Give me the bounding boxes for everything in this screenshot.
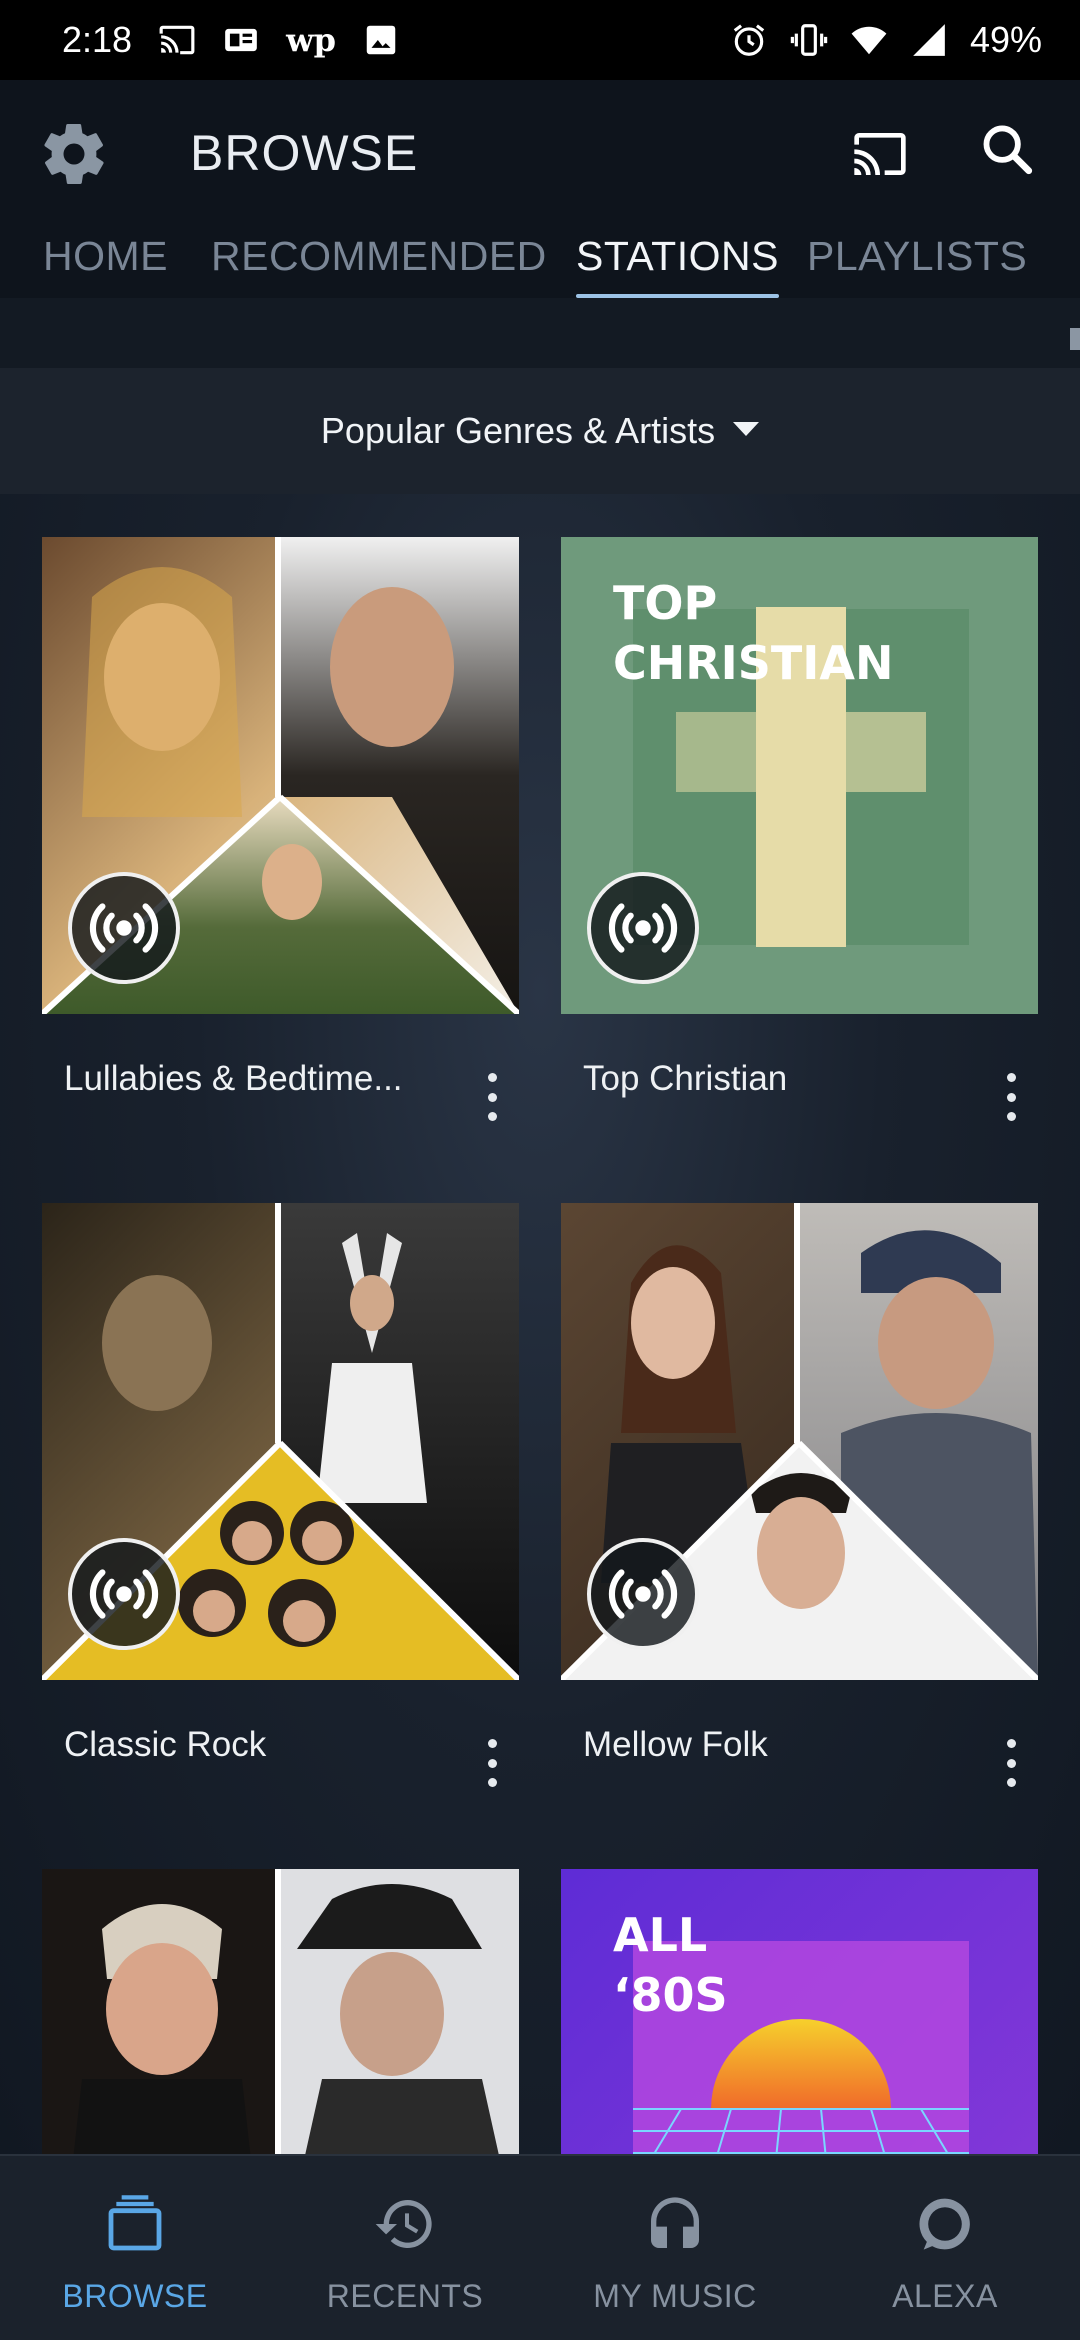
nav-label: MY MUSIC (593, 2278, 757, 2314)
app-bar: BROWSE HOME RECOMMENDED STATIONS PLAYLIS… (0, 80, 1080, 298)
genre-selector-label: Popular Genres & Artists (320, 410, 716, 451)
station-title: Classic Rock (64, 1725, 267, 1764)
art-title-line1: TOP (613, 576, 717, 630)
station-card[interactable] (42, 1869, 519, 2154)
tab-home[interactable]: HOME (43, 220, 168, 298)
station-card[interactable]: Classic Rock (42, 1203, 519, 1823)
more-options-icon[interactable] (1001, 1067, 1021, 1127)
wapo-icon: wp (286, 21, 336, 59)
nav-label: BROWSE (62, 2278, 208, 2314)
nav-browse[interactable]: BROWSE (0, 2156, 270, 2340)
nav-label: ALEXA (892, 2278, 998, 2314)
nav-my-music[interactable]: MY MUSIC (540, 2156, 810, 2340)
status-time: 2:18 (62, 19, 133, 60)
station-art: ALL ‘80S (561, 1869, 1038, 2154)
image-icon (362, 21, 400, 59)
stations-grid: Lullabies & Bedtime... TOP CHRISTIAN Top… (0, 494, 1080, 2154)
spacer-strip (0, 298, 1080, 368)
station-art (42, 1869, 519, 2154)
nav-label: RECENTS (326, 2278, 484, 2314)
more-options-icon[interactable] (1001, 1733, 1021, 1793)
radio-broadcast-icon (68, 1538, 180, 1650)
art-title-line2: ‘80S (613, 1968, 728, 2022)
caret-down-icon (733, 422, 760, 436)
art-title-line2: CHRISTIAN (613, 636, 894, 690)
more-options-icon[interactable] (482, 1067, 502, 1127)
scroll-indicator (1070, 328, 1080, 350)
radio-broadcast-icon (587, 872, 699, 984)
status-bar: 2:18 wp 49% (0, 0, 1080, 80)
station-card[interactable]: Lullabies & Bedtime... (42, 537, 519, 1157)
cast-icon[interactable] (852, 126, 908, 182)
history-icon (373, 2192, 437, 2256)
station-card[interactable]: TOP CHRISTIAN Top Christian (561, 537, 1038, 1157)
tab-recommended[interactable]: RECOMMENDED (211, 220, 547, 298)
bottom-navigation: BROWSE RECENTS MY MUSIC ALEXA (0, 2154, 1080, 2340)
art-title-line1: ALL (613, 1908, 707, 1962)
radio-broadcast-icon (68, 872, 180, 984)
page-title: BROWSE (190, 125, 419, 181)
station-card[interactable]: Mellow Folk (561, 1203, 1038, 1823)
cast-status-icon (158, 21, 196, 59)
station-title: Mellow Folk (583, 1725, 768, 1764)
tab-playlists[interactable]: PLAYLISTS (807, 220, 1027, 298)
station-title: Lullabies & Bedtime... (64, 1059, 403, 1098)
station-card[interactable]: ALL ‘80S (561, 1869, 1038, 2154)
genre-selector[interactable]: Popular Genres & Artists (0, 368, 1080, 494)
alarm-icon (730, 21, 768, 59)
battery-percent: 49% (969, 19, 1042, 60)
more-options-icon[interactable] (482, 1733, 502, 1793)
station-title: Top Christian (583, 1059, 788, 1098)
nav-recents[interactable]: RECENTS (270, 2156, 540, 2340)
nav-alexa[interactable]: ALEXA (810, 2156, 1080, 2340)
tab-bar: HOME RECOMMENDED STATIONS PLAYLISTS (0, 220, 1080, 298)
tab-stations[interactable]: STATIONS (576, 220, 779, 298)
settings-gear-icon[interactable] (38, 118, 110, 190)
wifi-icon (850, 21, 888, 59)
radio-broadcast-icon (587, 1538, 699, 1650)
alexa-icon (913, 2192, 977, 2256)
news-icon (222, 21, 260, 59)
signal-icon (910, 21, 948, 59)
headphones-icon (643, 2192, 707, 2256)
browse-icon (103, 2192, 167, 2256)
search-icon[interactable] (978, 120, 1036, 178)
vibrate-icon (790, 21, 828, 59)
